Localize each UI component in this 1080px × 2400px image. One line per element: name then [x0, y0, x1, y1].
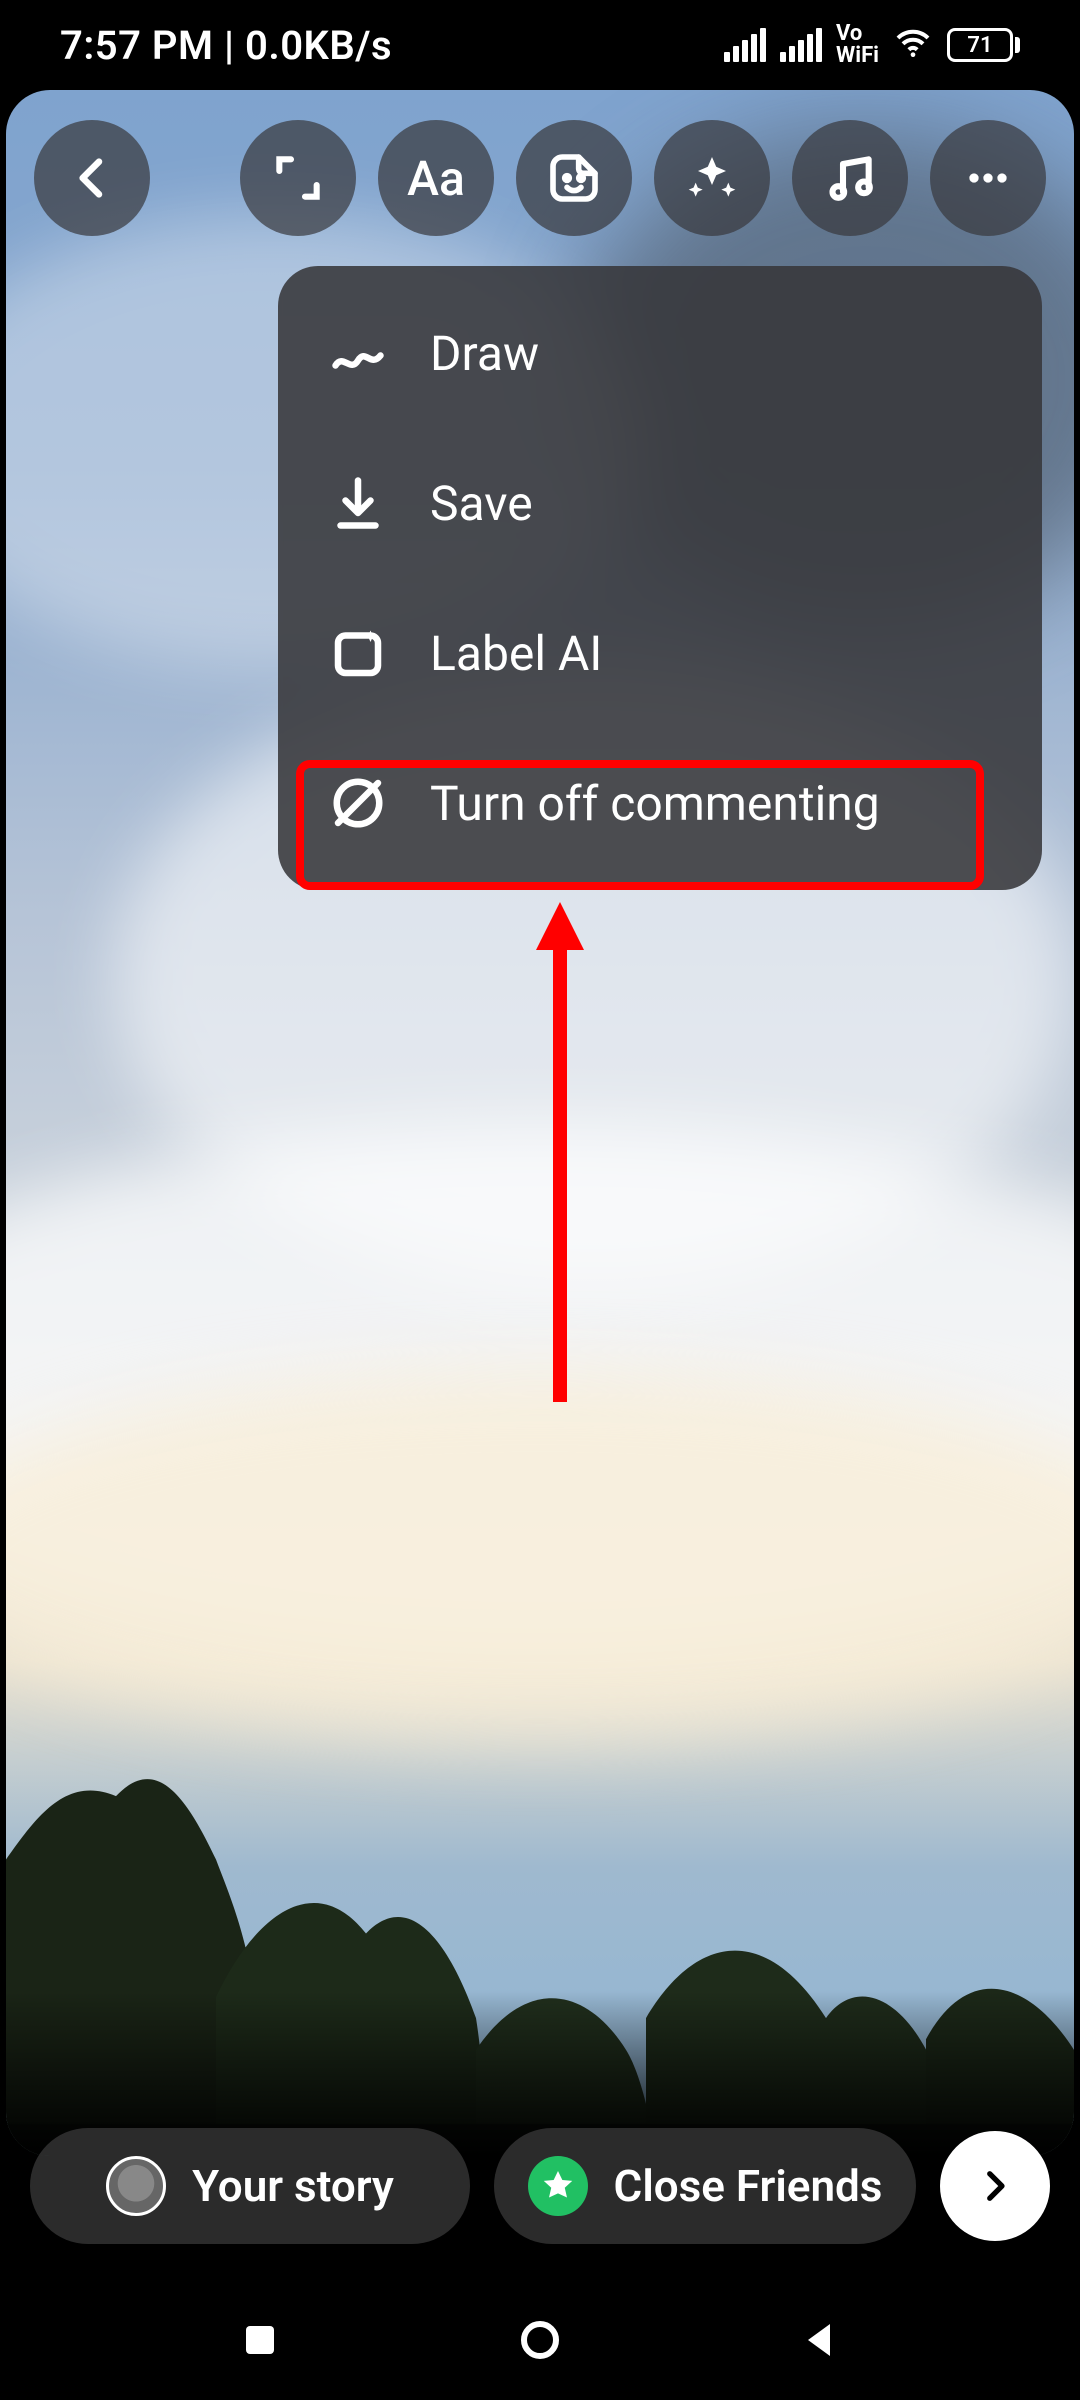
nav-home-button[interactable] — [500, 2300, 580, 2380]
avatar-icon — [106, 2156, 166, 2216]
menu-label: Draw — [430, 325, 539, 382]
menu-item-turn-off-commenting[interactable]: Turn off commenting — [306, 728, 1014, 878]
triangle-left-icon — [796, 2316, 844, 2364]
download-icon — [326, 471, 390, 535]
share-bar: Your story Close Friends — [0, 2106, 1080, 2266]
music-icon — [822, 150, 878, 206]
star-icon — [528, 2156, 588, 2216]
more-button[interactable] — [930, 120, 1046, 236]
resize-button[interactable] — [240, 120, 356, 236]
status-time-net: 7:57 PM | 0.0KB/s — [60, 22, 392, 69]
close-friends-button[interactable]: Close Friends — [494, 2128, 916, 2244]
device-frame: 7:57 PM | 0.0KB/s Vo WiFi 71 — [0, 0, 1080, 2400]
status-time: 7:57 PM — [60, 22, 214, 69]
music-button[interactable] — [792, 120, 908, 236]
scribble-icon — [326, 321, 390, 385]
close-friends-label: Close Friends — [614, 2160, 883, 2212]
nav-recents-button[interactable] — [220, 2300, 300, 2380]
status-icons: Vo WiFi 71 — [724, 23, 1020, 67]
signal-icon-1 — [724, 28, 766, 62]
vowifi-icon: Vo WiFi — [836, 23, 879, 67]
sticker-button[interactable] — [516, 120, 632, 236]
status-netspeed: 0.0KB/s — [245, 22, 392, 69]
wifi-icon — [893, 23, 933, 67]
status-bar: 7:57 PM | 0.0KB/s Vo WiFi 71 — [0, 0, 1080, 90]
menu-item-save[interactable]: Save — [306, 428, 1014, 578]
story-toolbar: Aa — [6, 120, 1074, 236]
menu-label: Label AI — [430, 625, 602, 682]
circle-icon — [516, 2316, 564, 2364]
chevron-right-icon — [974, 2165, 1016, 2207]
signal-icon-2 — [780, 28, 822, 62]
story-canvas[interactable]: Aa Draw — [6, 90, 1074, 2156]
nav-back-button[interactable] — [780, 2300, 860, 2380]
battery-icon: 71 — [947, 28, 1020, 62]
sparkle-icon — [684, 150, 740, 206]
text-button[interactable]: Aa — [378, 120, 494, 236]
your-story-label: Your story — [192, 2160, 394, 2212]
more-icon — [960, 150, 1016, 206]
more-dropdown-menu: Draw Save Label AI Turn off commenting — [278, 266, 1042, 890]
menu-label: Save — [430, 475, 533, 532]
effects-button[interactable] — [654, 120, 770, 236]
square-icon — [236, 2316, 284, 2364]
system-navbar — [0, 2280, 1080, 2400]
back-button[interactable] — [34, 120, 150, 236]
menu-item-label-ai[interactable]: Label AI — [306, 578, 1014, 728]
menu-label: Turn off commenting — [430, 775, 880, 832]
battery-percent: 71 — [967, 33, 992, 58]
menu-item-draw[interactable]: Draw — [306, 278, 1014, 428]
sticker-icon — [546, 150, 602, 206]
your-story-button[interactable]: Your story — [30, 2128, 470, 2244]
resize-icon — [270, 150, 326, 206]
comment-off-icon — [326, 771, 390, 835]
ai-box-icon — [326, 621, 390, 685]
next-button[interactable] — [940, 2131, 1050, 2241]
text-icon: Aa — [407, 150, 465, 207]
chevron-left-icon — [64, 150, 120, 206]
